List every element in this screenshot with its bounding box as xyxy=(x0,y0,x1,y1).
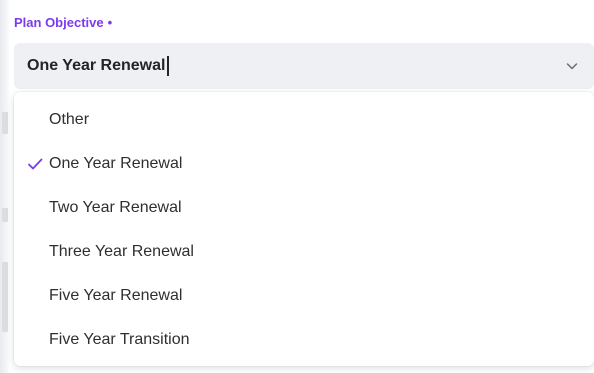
page-background-edge xyxy=(0,0,10,373)
field-label-text: Plan Objective xyxy=(14,15,104,30)
dropdown-option-five-year-renewal[interactable]: Five Year Renewal xyxy=(14,274,594,318)
option-label: Two Year Renewal xyxy=(49,199,182,216)
dropdown-option-two-year-renewal[interactable]: Two Year Renewal xyxy=(14,186,594,230)
background-element xyxy=(2,262,8,332)
plan-objective-field: Plan Objective • One Year Renewal xyxy=(14,12,594,89)
background-element xyxy=(2,208,8,222)
text-cursor xyxy=(167,56,169,76)
option-label: Three Year Renewal xyxy=(49,243,194,260)
plan-objective-label: Plan Objective • xyxy=(14,12,594,34)
option-label: Other xyxy=(49,111,90,128)
dropdown-option-five-year-transition[interactable]: Five Year Transition xyxy=(14,318,594,362)
plan-objective-dropdown: Other One Year Renewal Two Year Renewal … xyxy=(14,92,594,366)
dropdown-option-one-year-renewal[interactable]: One Year Renewal xyxy=(14,142,594,186)
select-current-value[interactable]: One Year Renewal xyxy=(27,56,169,76)
dropdown-option-three-year-renewal[interactable]: Three Year Renewal xyxy=(14,230,594,274)
option-label: Five Year Renewal xyxy=(49,287,183,304)
background-element xyxy=(2,112,8,134)
dropdown-option-other[interactable]: Other xyxy=(14,98,594,142)
option-label: One Year Renewal xyxy=(49,155,183,172)
check-icon xyxy=(28,158,43,170)
required-marker: • xyxy=(107,15,113,30)
option-label: Five Year Transition xyxy=(49,331,190,348)
plan-objective-select[interactable]: One Year Renewal xyxy=(14,43,594,89)
selected-value-text: One Year Renewal xyxy=(27,57,166,74)
chevron-down-icon[interactable] xyxy=(564,58,580,74)
